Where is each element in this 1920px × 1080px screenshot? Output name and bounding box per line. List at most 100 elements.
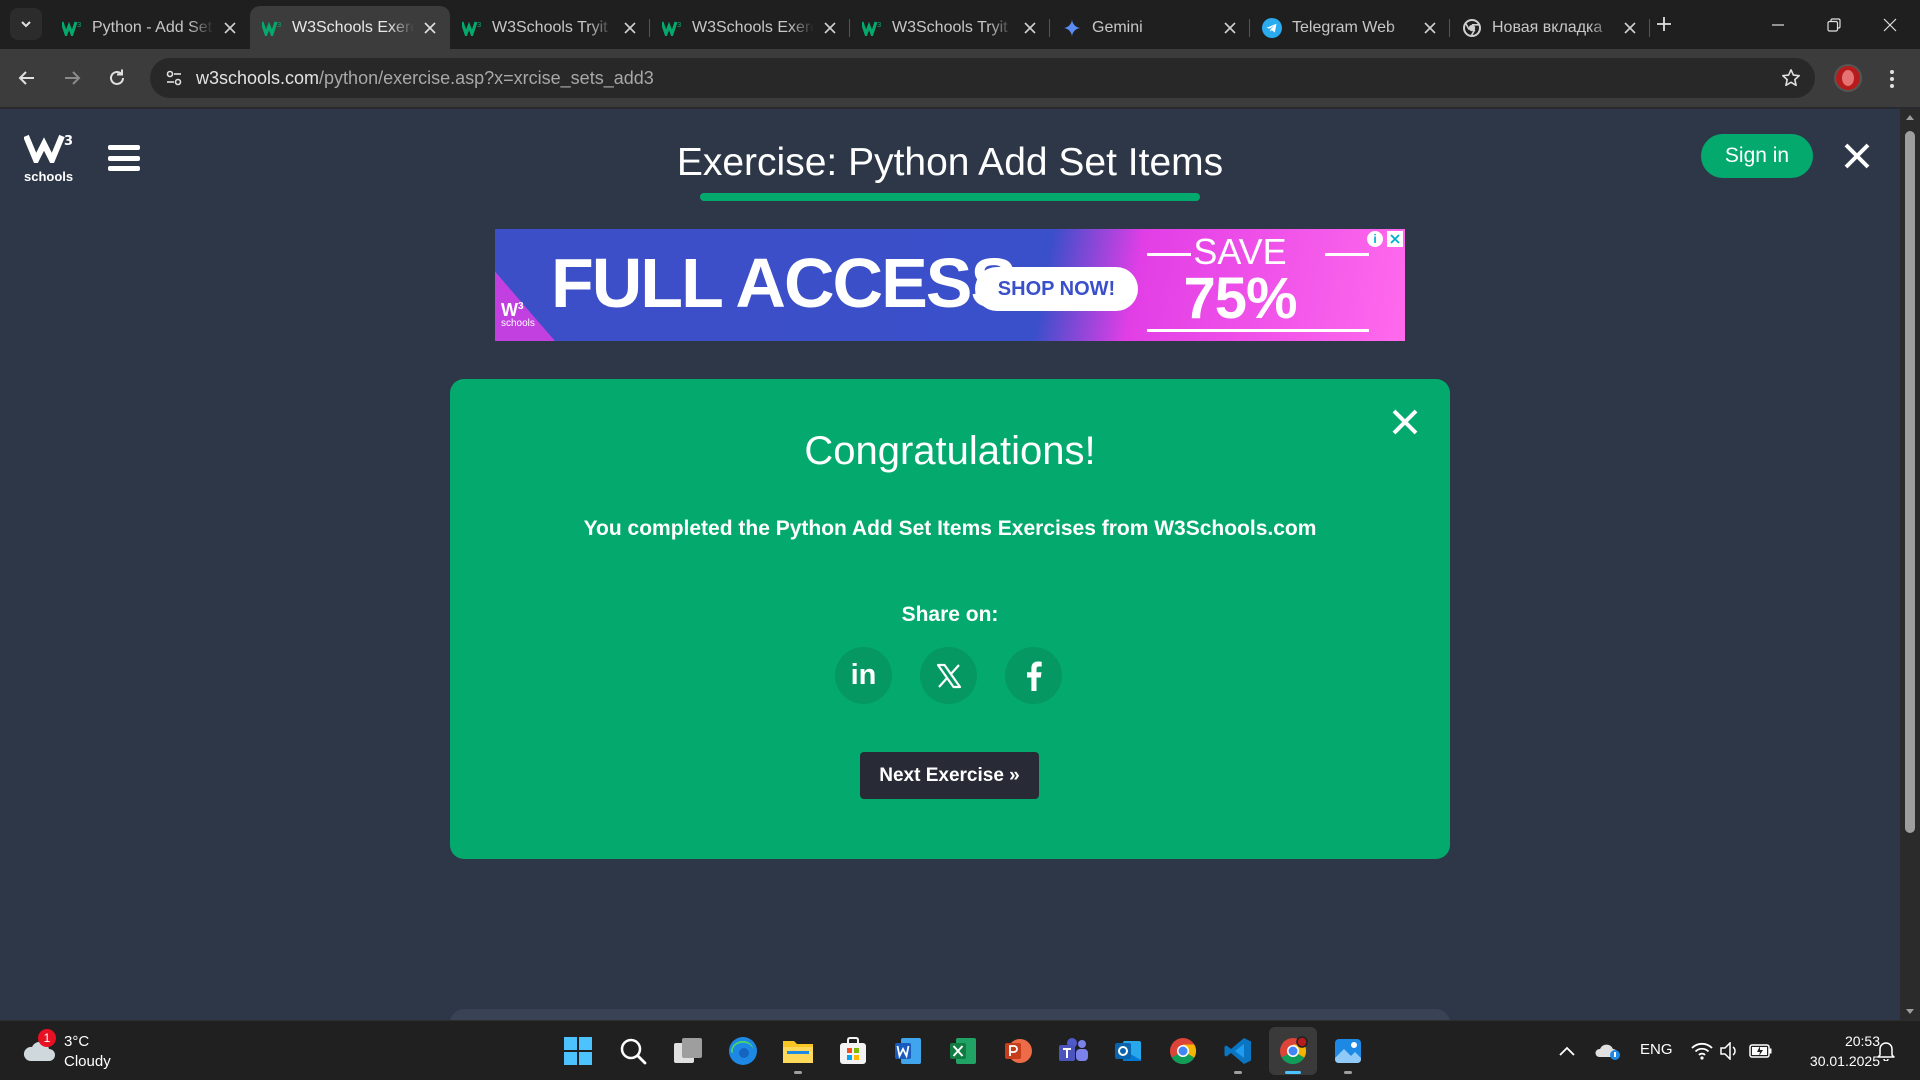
scrollbar-thumb[interactable] <box>1905 131 1915 833</box>
sign-in-button[interactable]: Sign in <box>1701 134 1813 178</box>
restore-icon <box>1827 17 1841 32</box>
system-clock[interactable]: 20:53 30.01.2025 <box>1790 1031 1880 1071</box>
w3schools-icon: 3 <box>62 18 82 38</box>
taskbar-outlook[interactable] <box>1104 1027 1152 1075</box>
store-icon <box>840 1037 866 1064</box>
taskbar-word[interactable] <box>884 1027 932 1075</box>
tab-w3schools-exercise-active[interactable]: 3 W3Schools Exercise <box>250 6 450 49</box>
close-window-button[interactable] <box>1862 0 1918 49</box>
scroll-down-icon[interactable] <box>1904 1006 1916 1018</box>
profile-avatar[interactable] <box>1834 64 1862 92</box>
tab-title: W3Schools Exercise <box>692 18 814 36</box>
tab-search-button[interactable] <box>10 8 42 40</box>
vscode-icon <box>1224 1038 1251 1064</box>
browser-menu-button[interactable] <box>1880 65 1904 93</box>
tray-wifi[interactable] <box>1690 1037 1714 1065</box>
tab-w3schools-tryit[interactable]: 3 W3Schools Tryit Editor <box>450 6 650 49</box>
taskbar-microsoft-store[interactable] <box>829 1027 877 1075</box>
back-button[interactable] <box>12 63 42 93</box>
taskbar-search-button[interactable] <box>609 1027 657 1075</box>
ad-close-icon[interactable] <box>1387 231 1403 247</box>
chrome-icon <box>1170 1038 1197 1065</box>
svg-text:3: 3 <box>77 21 81 29</box>
url-host: w3schools.com <box>196 68 320 88</box>
close-exercise-button[interactable] <box>1840 139 1874 173</box>
tray-battery[interactable] <box>1748 1037 1774 1065</box>
plus-icon <box>1657 17 1671 31</box>
tray-volume[interactable] <box>1718 1037 1742 1065</box>
forward-button[interactable] <box>57 63 87 93</box>
url-text[interactable]: w3schools.com/python/exercise.asp?x=xrci… <box>196 68 654 89</box>
title-underline <box>700 193 1200 201</box>
close-icon[interactable] <box>1620 18 1640 38</box>
taskbar-apps <box>554 1027 1372 1075</box>
tab-bar: 3 Python - Add Set Items 3 W3Schools Exe… <box>0 0 1920 49</box>
taskbar-chrome-profile-active[interactable] <box>1269 1027 1317 1075</box>
close-icon[interactable] <box>620 18 640 38</box>
taskbar-file-explorer[interactable] <box>774 1027 822 1075</box>
site-settings-icon[interactable] <box>162 66 186 90</box>
ad-info-icon[interactable]: i <box>1367 231 1383 247</box>
weather-widget[interactable]: 1 3°C Cloudy <box>20 1029 140 1073</box>
tray-notifications[interactable] <box>1874 1037 1898 1065</box>
tray-overflow-button[interactable] <box>1556 1037 1578 1065</box>
reload-button[interactable] <box>102 63 132 93</box>
next-exercise-button[interactable]: Next Exercise » <box>860 752 1039 799</box>
ad-shop-now-button[interactable]: SHOP NOW! <box>975 267 1138 311</box>
share-linkedin-button[interactable]: in <box>835 647 892 704</box>
taskbar-photos[interactable] <box>1324 1027 1372 1075</box>
taskbar-excel[interactable] <box>939 1027 987 1075</box>
ad-decor-line <box>1147 329 1369 332</box>
running-indicator <box>794 1071 802 1074</box>
taskbar-powerpoint[interactable] <box>994 1027 1042 1075</box>
tab-new-tab[interactable]: Новая вкладка <box>1450 6 1650 49</box>
tab-w3schools-tryit-2[interactable]: 3 W3Schools Tryit Editor <box>850 6 1050 49</box>
x-twitter-icon <box>936 663 961 688</box>
close-icon[interactable] <box>1420 18 1440 38</box>
scroll-up-icon[interactable] <box>1904 111 1916 123</box>
start-button[interactable] <box>554 1027 602 1075</box>
close-icon[interactable] <box>420 18 440 38</box>
battery-charging-icon <box>1749 1044 1772 1058</box>
page-scrollbar[interactable] <box>1900 109 1920 1020</box>
weather-condition: Cloudy <box>64 1053 111 1070</box>
search-icon <box>620 1038 647 1065</box>
close-icon[interactable] <box>1220 18 1240 38</box>
tray-onedrive[interactable] <box>1594 1037 1622 1065</box>
tab-w3schools-exercise[interactable]: 3 W3Schools Exercise <box>650 6 850 49</box>
close-icon[interactable] <box>220 18 240 38</box>
running-indicator <box>1344 1071 1352 1074</box>
ad-w3schools-logo: W3 schools <box>501 300 535 329</box>
tab-gemini[interactable]: Gemini <box>1050 6 1250 49</box>
w3schools-icon: 3 <box>662 18 682 38</box>
close-icon[interactable] <box>1020 18 1040 38</box>
address-bar[interactable]: w3schools.com/python/exercise.asp?x=xrci… <box>150 58 1815 98</box>
linkedin-icon: in <box>850 659 877 691</box>
w3schools-icon: 3 <box>862 18 882 38</box>
taskbar-chrome[interactable] <box>1159 1027 1207 1075</box>
exercise-panel-partial <box>450 1009 1450 1020</box>
restore-button[interactable] <box>1806 0 1862 49</box>
share-x-button[interactable] <box>920 647 977 704</box>
weather-alert-badge: 1 <box>38 1029 56 1047</box>
taskbar-edge[interactable] <box>719 1027 767 1075</box>
ad-banner[interactable]: W3 schools FULL ACCESS SHOP NOW! SAVE 75%… <box>495 229 1405 341</box>
input-language[interactable]: ENG <box>1640 1041 1673 1058</box>
folder-icon <box>783 1041 813 1063</box>
tab-telegram[interactable]: Telegram Web <box>1250 6 1450 49</box>
teams-icon <box>1059 1038 1088 1061</box>
new-tab-button[interactable] <box>1652 12 1676 36</box>
tab-python-add-set[interactable]: 3 Python - Add Set Items <box>50 6 250 49</box>
more-vertical-icon <box>1890 70 1894 88</box>
tab-title: Telegram Web <box>1292 18 1395 36</box>
minimize-button[interactable] <box>1750 0 1806 49</box>
word-icon <box>895 1038 921 1064</box>
share-facebook-button[interactable] <box>1005 647 1062 704</box>
task-view-button[interactable] <box>664 1027 712 1075</box>
taskbar-teams[interactable] <box>1049 1027 1097 1075</box>
bookmark-star-icon[interactable] <box>1779 66 1803 90</box>
taskbar-vscode[interactable] <box>1214 1027 1262 1075</box>
close-icon[interactable] <box>820 18 840 38</box>
wifi-icon <box>1691 1042 1713 1060</box>
tab-title: Python - Add Set Items <box>92 18 214 36</box>
